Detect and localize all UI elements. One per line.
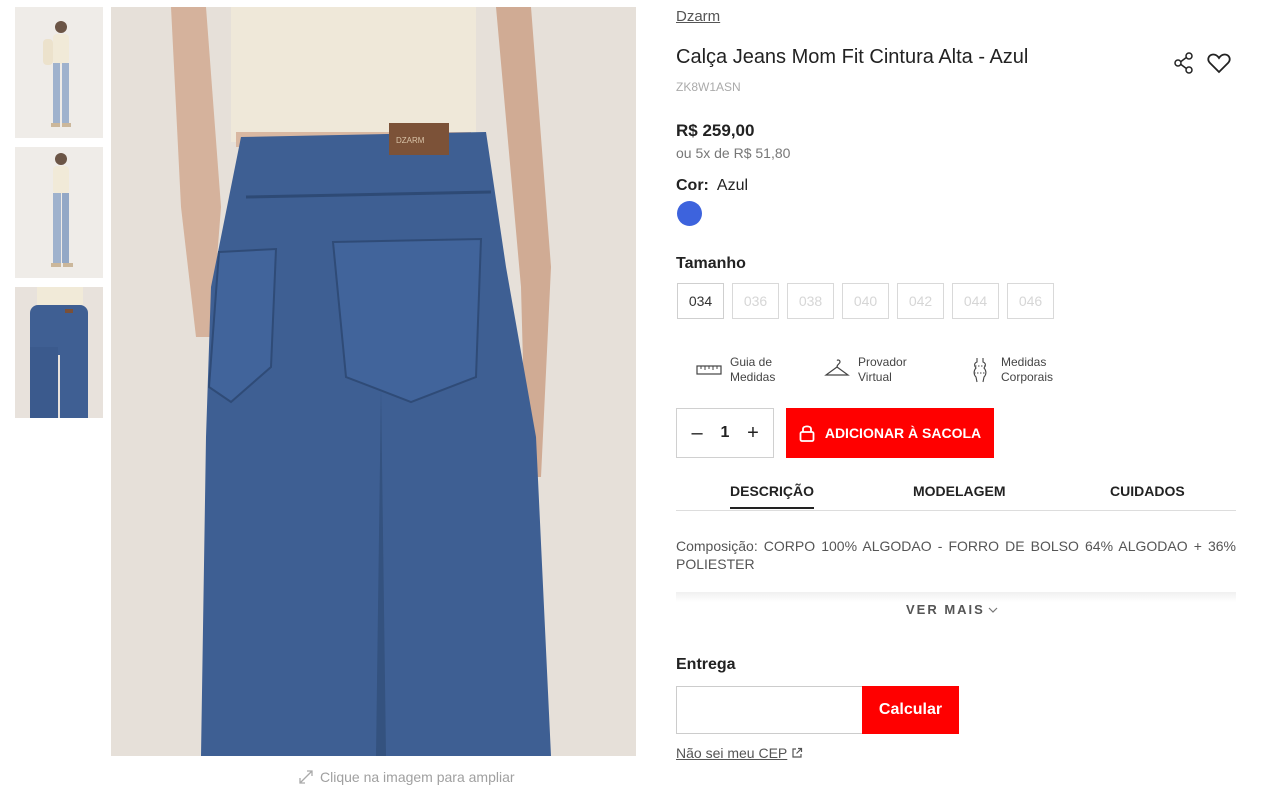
hanger-icon: [824, 359, 850, 376]
color-selection: Cor: Azul: [676, 177, 748, 195]
size-option-040[interactable]: 040: [842, 283, 889, 319]
svg-text:DZARM: DZARM: [396, 136, 425, 145]
tool-label-line2: Medidas: [730, 370, 776, 384]
tab-descricao[interactable]: DESCRIÇÃO: [730, 483, 815, 509]
jeans-back-photo: DZARM: [111, 7, 636, 756]
cep-input[interactable]: [676, 686, 863, 734]
increase-quantity-button[interactable]: +: [743, 422, 763, 445]
size-option-044[interactable]: 044: [952, 283, 999, 319]
body-measure-icon: [973, 358, 987, 383]
color-label: Cor:: [676, 177, 709, 194]
size-option-036[interactable]: 036: [732, 283, 779, 319]
unknown-cep-link[interactable]: Não sei meu CEP: [676, 745, 803, 761]
tool-label-line1: Guia de: [730, 355, 773, 369]
size-option-034[interactable]: 034: [677, 283, 724, 319]
size-options: 034 036 038 040 042 044 046: [677, 283, 1054, 319]
product-price: R$ 259,00: [676, 121, 755, 140]
zoom-hint: Clique na imagem para ampliar: [298, 769, 515, 785]
thumbnail-3[interactable]: [15, 287, 103, 418]
external-link-icon: [792, 747, 803, 758]
quantity-stepper: – 1 +: [676, 408, 774, 458]
favorite-button[interactable]: [1207, 52, 1231, 74]
size-option-042[interactable]: 042: [897, 283, 944, 319]
quantity-value: 1: [720, 424, 730, 441]
add-to-bag-button[interactable]: ADICIONAR À SACOLA: [786, 408, 994, 458]
see-more-label: VER MAIS: [906, 602, 985, 617]
tool-label-line2: Virtual: [858, 370, 892, 384]
virtual-fitting-link[interactable]: Provador Virtual: [824, 355, 907, 385]
share-button[interactable]: [1173, 52, 1195, 74]
chevron-down-icon: [988, 607, 998, 613]
thumbnail-image-side: [15, 147, 103, 278]
size-option-038[interactable]: 038: [787, 283, 834, 319]
main-product-image[interactable]: DZARM: [111, 7, 636, 756]
shipping-title: Entrega: [676, 656, 736, 673]
color-swatch-azul[interactable]: [677, 201, 702, 226]
color-value: Azul: [716, 177, 749, 194]
tab-cuidados[interactable]: CUIDADOS: [1110, 483, 1185, 507]
brand-link[interactable]: Dzarm: [676, 8, 720, 25]
decrease-quantity-button[interactable]: –: [687, 422, 707, 445]
see-more-button[interactable]: VER MAIS: [906, 602, 998, 617]
ruler-icon: [696, 365, 722, 375]
description-fade: [676, 592, 1236, 602]
lock-icon: [799, 425, 815, 442]
heart-icon: [1207, 53, 1231, 74]
product-title: Calça Jeans Mom Fit Cintura Alta - Azul: [676, 46, 1029, 68]
tab-modelagem[interactable]: MODELAGEM: [913, 483, 1006, 507]
description-composition: Composição: CORPO 100% ALGODAO - FORRO D…: [676, 538, 1236, 572]
size-option-046[interactable]: 046: [1007, 283, 1054, 319]
tool-label-line2: Corporais: [1001, 370, 1054, 384]
zoom-hint-text: Clique na imagem para ampliar: [320, 769, 515, 785]
tool-label-line1: Medidas: [1001, 355, 1047, 369]
size-guide-link[interactable]: Guia de Medidas: [696, 355, 775, 385]
product-sku: ZK8W1ASN: [676, 80, 741, 94]
thumbnail-1[interactable]: [15, 7, 103, 138]
tool-label-line1: Provador: [858, 355, 907, 369]
thumbnail-image-front: [15, 7, 103, 138]
thumbnail-image-back: [15, 287, 103, 418]
thumbnail-2[interactable]: [15, 147, 103, 278]
product-info-tabs: DESCRIÇÃO MODELAGEM CUIDADOS: [676, 483, 1236, 511]
unknown-cep-label: Não sei meu CEP: [676, 745, 788, 761]
expand-icon: [299, 770, 313, 784]
calculate-shipping-button[interactable]: Calcular: [862, 686, 959, 734]
add-to-bag-label: ADICIONAR À SACOLA: [824, 425, 982, 441]
share-icon: [1174, 52, 1193, 74]
body-measures-link[interactable]: Medidas Corporais: [967, 355, 1053, 385]
size-title: Tamanho: [676, 255, 746, 272]
installments-text: ou 5x de R$ 51,80: [676, 145, 791, 161]
